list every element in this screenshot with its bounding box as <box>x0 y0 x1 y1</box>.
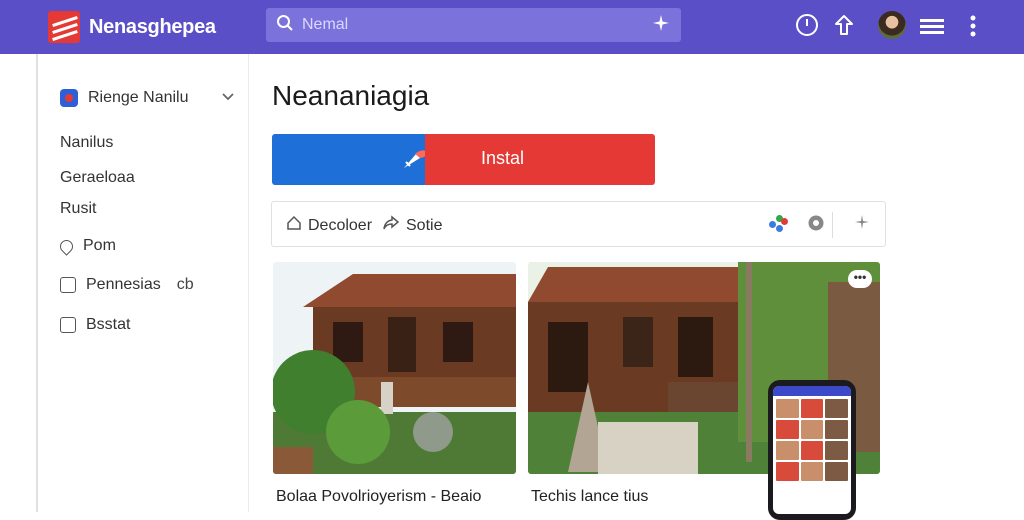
clock-icon[interactable] <box>796 14 818 36</box>
sidebar: Rienge Nanilu Nanilus Geraeloaa Rusit Po… <box>36 54 249 512</box>
sidebar-item-pennesias[interactable]: Pennesias cb <box>60 276 194 294</box>
divider <box>832 212 833 238</box>
sidebar-item-rusit[interactable]: Rusit <box>60 200 96 218</box>
apps-icon[interactable] <box>769 215 789 233</box>
sidebar-item-bsstat[interactable]: Bsstat <box>60 316 130 334</box>
phone-mockup <box>768 380 856 520</box>
install-label: Instal <box>481 148 525 168</box>
sidebar-item-label: Bsstat <box>86 316 131 333</box>
sidebar-item-extra: cb <box>176 276 194 293</box>
workspace-icon <box>60 89 78 107</box>
brand[interactable]: Nenasghepea <box>48 11 216 43</box>
toolbar: Decoloer Sotie <box>271 201 886 247</box>
toolbar-label: Decoloer <box>308 216 373 234</box>
install-button-left <box>272 134 429 185</box>
card-caption-2: Techis lance tius <box>531 488 649 505</box>
menu-icon[interactable] <box>920 17 944 40</box>
share-icon <box>382 215 400 236</box>
sidebar-item-nanilus[interactable]: Nanilus <box>60 134 113 152</box>
install-button-right: Instal <box>425 134 655 185</box>
gallery-card-1[interactable] <box>273 262 516 474</box>
settings-icon[interactable] <box>807 214 825 237</box>
search-input[interactable] <box>302 16 642 34</box>
phone-screen <box>773 386 851 514</box>
avatar[interactable] <box>878 11 906 39</box>
sidebar-item-label: Pom <box>83 237 116 254</box>
search-icon <box>276 14 298 37</box>
page-title: Neananiagia <box>272 80 430 111</box>
toolbar-label: Sotie <box>406 216 443 234</box>
sparkle-icon[interactable] <box>854 214 870 235</box>
checkbox-icon[interactable] <box>60 317 76 333</box>
sidebar-item-label: Nanilus <box>60 134 114 151</box>
install-button[interactable]: Instal <box>272 134 655 185</box>
home-icon <box>286 215 302 236</box>
search-bar[interactable] <box>266 8 681 42</box>
sparkle-icon[interactable] <box>651 13 671 38</box>
decoloer-button[interactable]: Decoloer <box>286 215 372 236</box>
share-icon[interactable] <box>834 14 854 41</box>
location-icon <box>57 236 76 256</box>
sidebar-item-pom[interactable]: Pom <box>57 236 116 256</box>
house-photo-1 <box>273 262 516 474</box>
more-horizontal-icon[interactable]: ••• <box>848 270 872 288</box>
sidebar-item-geraeloaa[interactable]: Geraeloaa <box>60 169 135 187</box>
app-title: Nenasghepea <box>89 15 216 38</box>
more-vertical-icon[interactable] <box>970 15 976 42</box>
sidebar-item-label: Rusit <box>60 200 97 217</box>
sidebar-item-label: Geraeloaa <box>60 169 135 186</box>
chevron-down-icon[interactable] <box>221 89 235 105</box>
brand-logo-icon <box>48 11 80 43</box>
sidebar-header-label: Rienge Nanilu <box>88 89 189 106</box>
sidebar-header[interactable]: Rienge Nanilu <box>60 89 235 107</box>
sotie-button[interactable]: Sotie <box>382 215 442 236</box>
top-header: Nenasghepea <box>0 0 1024 54</box>
sidebar-item-label: Pennesias <box>86 276 161 293</box>
card-caption-1: Bolaa Povolrioyerism - Beaio <box>276 488 482 505</box>
file-icon <box>60 277 76 293</box>
